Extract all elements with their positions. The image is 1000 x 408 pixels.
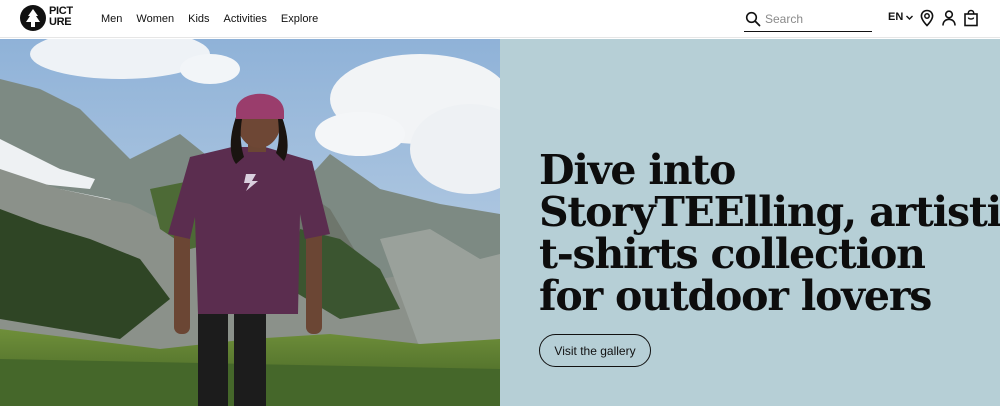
- search-input[interactable]: [765, 9, 865, 29]
- nav-item-activities[interactable]: Activities: [224, 13, 267, 25]
- location-pin-icon[interactable]: [918, 9, 936, 27]
- main-nav: Men Women Kids Activities Explore: [101, 0, 318, 38]
- hero-illustration: [0, 39, 500, 406]
- chevron-down-icon: [906, 15, 914, 20]
- hero-headline: Dive into StoryTEElling, artistic t-shir…: [539, 146, 1000, 320]
- headline-line-1: Dive into: [539, 146, 736, 194]
- hero-text-panel: Dive into StoryTEElling, artistic t-shir…: [500, 39, 1000, 406]
- shopping-bag-icon[interactable]: [962, 9, 980, 27]
- brand-logo[interactable]: PICT URE: [20, 5, 78, 31]
- visit-gallery-button[interactable]: Visit the gallery: [539, 334, 651, 367]
- search-icon[interactable]: [745, 11, 761, 27]
- language-label: EN: [888, 11, 904, 23]
- nav-item-kids[interactable]: Kids: [188, 13, 209, 25]
- headline-line-4: for outdoor lovers: [539, 272, 932, 320]
- search-bar: [744, 7, 872, 32]
- hero-section: Dive into StoryTEElling, artistic t-shir…: [0, 39, 1000, 406]
- nav-item-explore[interactable]: Explore: [281, 13, 318, 25]
- nav-item-men[interactable]: Men: [101, 13, 122, 25]
- language-selector[interactable]: EN: [888, 11, 914, 23]
- hero-photo: [0, 39, 500, 406]
- site-header: PICT URE Men Women Kids Activities Explo…: [0, 0, 1000, 38]
- user-icon[interactable]: [940, 9, 958, 27]
- headline-line-2: StoryTEElling, artistic: [539, 188, 1000, 236]
- nav-item-women[interactable]: Women: [136, 13, 174, 25]
- headline-line-3: t-shirts collection: [539, 230, 926, 278]
- tree-circle-icon: [26, 9, 40, 27]
- logo-wordmark: PICT URE: [49, 6, 79, 28]
- logo-line-2: URE: [49, 16, 72, 28]
- logo-circle: [20, 5, 46, 31]
